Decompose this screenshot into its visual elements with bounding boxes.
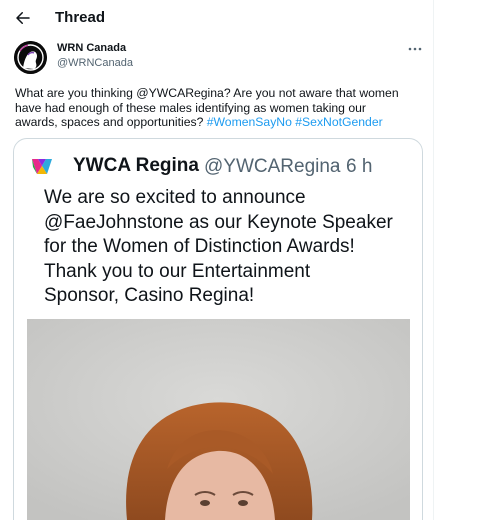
hashtag-link[interactable]: #SexNotGender (295, 115, 382, 129)
avatar[interactable] (14, 41, 47, 74)
more-options-icon[interactable] (407, 43, 423, 55)
avatar-image (14, 41, 47, 74)
post-text-line: What are you thinking @YWCARegina? Are y… (15, 86, 399, 100)
portrait-image (27, 319, 410, 520)
quoted-text-line: We are so excited to announce (44, 187, 306, 208)
quoted-post-photo[interactable] (27, 319, 410, 520)
thread-column: Thread WRN Canada @WRNCanada What are yo… (0, 0, 434, 520)
quoted-author-name[interactable]: YWCA Regina (73, 155, 199, 177)
post-text-fragment: awards, spaces and opportunities? (15, 115, 207, 129)
author-handle[interactable]: @WRNCanada (57, 57, 133, 69)
quoted-author-handle[interactable]: @YWCARegina (204, 156, 341, 178)
quoted-timestamp[interactable]: 6 h (346, 156, 372, 178)
thread-header: Thread (0, 0, 433, 36)
page-title: Thread (55, 9, 106, 26)
quoted-post-text: We are so excited to announce @FaeJohnst… (44, 186, 414, 309)
quoted-text-line: Thank you to our Entertainment (44, 260, 311, 282)
ywca-logo-icon (32, 159, 52, 174)
right-side-panel (435, 0, 490, 520)
separator-dot: · (334, 156, 341, 177)
author-name[interactable]: WRN Canada (57, 42, 126, 54)
quoted-text-line: for the Women of Distinction Awards! (44, 236, 355, 257)
quoted-text-line: Sponsor, Casino Regina! (44, 285, 255, 306)
quoted-text-line: @FaeJohnstone as our Keynote Speaker (44, 211, 393, 233)
post-text-line: awards, spaces and opportunities? #Women… (15, 115, 415, 130)
post-text-line: have had enough of these males identifyi… (15, 100, 366, 115)
hashtag-link[interactable]: #WomenSayNo (207, 115, 292, 129)
post-text: What are you thinking @YWCARegina? Are y… (15, 86, 415, 130)
back-arrow-icon[interactable] (14, 9, 32, 27)
